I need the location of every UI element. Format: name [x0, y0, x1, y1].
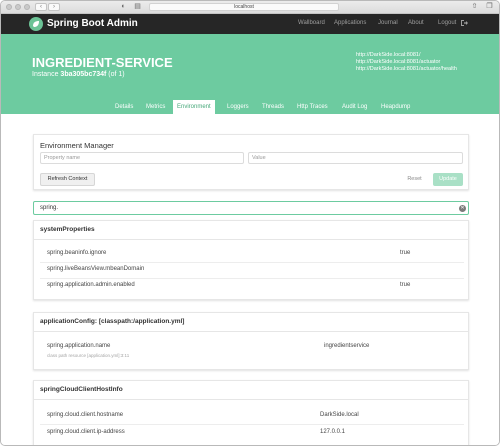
forward-button[interactable]: ›: [48, 3, 60, 11]
instance-count: (of 1): [108, 71, 125, 78]
property-value-input[interactable]: Value: [248, 152, 463, 164]
nav-about[interactable]: About: [408, 20, 424, 26]
property-value: true: [400, 282, 411, 288]
property-key: spring.application.name: [47, 343, 111, 349]
zoom-window-button[interactable]: [24, 4, 30, 10]
tab-environment[interactable]: Environment: [173, 100, 215, 114]
browser-toolbar: ‹ › ◐ ▤ localhost ⇧ ❐: [1, 1, 499, 14]
property-key: spring.liveBeansView.mbeanDomain: [47, 266, 145, 272]
property-filter-input[interactable]: spring. ✕: [33, 201, 469, 215]
property-value: true: [400, 250, 411, 256]
chevron-left-icon: ‹: [40, 4, 42, 10]
main-content: Environment Manager Property name Value …: [1, 114, 499, 445]
property-source-panel: applicationConfig: [classpath:/applicati…: [33, 312, 469, 370]
address-bar[interactable]: localhost: [149, 3, 339, 11]
minimize-window-button[interactable]: [15, 4, 21, 10]
divider: [34, 399, 468, 400]
property-source-panel: springCloudClientHostInfo spring.cloud.c…: [33, 380, 469, 445]
refresh-context-button[interactable]: Refresh Context: [40, 173, 95, 186]
nav-journal[interactable]: Journal: [378, 20, 398, 26]
browser-window: ‹ › ◐ ▤ localhost ⇧ ❐ Spring Boot Admin …: [0, 0, 500, 446]
back-button[interactable]: ‹: [35, 3, 47, 11]
row-divider: [40, 278, 464, 279]
environment-manager-title: Environment Manager: [40, 141, 114, 150]
row-divider: [40, 262, 464, 263]
logout-icon[interactable]: [460, 19, 468, 27]
property-name-input[interactable]: Property name: [40, 152, 244, 164]
service-url-link[interactable]: http://DarkSide.local:8081/: [356, 52, 457, 59]
clear-icon[interactable]: ✕: [459, 205, 466, 212]
property-value: ingredientservice: [324, 343, 370, 349]
property-source-title: systemProperties: [40, 226, 95, 233]
tab-threads[interactable]: Threads: [258, 100, 288, 114]
property-source-title: springCloudClientHostInfo: [40, 386, 123, 393]
property-value: 127.0.0.1: [320, 429, 346, 435]
nav-wallboard[interactable]: Wallboard: [298, 20, 325, 26]
property-key: spring.application.admin.enabled: [47, 282, 135, 288]
property-value: DarkSide.local: [320, 412, 359, 418]
chevron-right-icon: ›: [53, 4, 55, 10]
spring-logo-icon[interactable]: [29, 17, 43, 31]
tab-http-traces[interactable]: Http Traces: [293, 100, 332, 114]
health-url-link[interactable]: http://DarkSide.local:8081/actuator/heal…: [356, 66, 457, 73]
tab-metrics[interactable]: Metrics: [142, 100, 169, 114]
reset-button[interactable]: Reset: [401, 173, 428, 186]
property-key: spring.cloud.client.ip-address: [47, 429, 125, 435]
nav-logout[interactable]: Logout: [438, 20, 456, 26]
property-key: spring.cloud.client.hostname: [47, 412, 124, 418]
sidebar-icon[interactable]: ▤: [132, 3, 143, 11]
instance-header: INGREDIENT-SERVICE Instance 3ba305bc734f…: [1, 34, 499, 114]
instance-tabs: Details Metrics Environment Loggers Thre…: [1, 100, 499, 114]
share-icon[interactable]: ⇧: [469, 3, 480, 11]
instance-links: http://DarkSide.local:8081/ http://DarkS…: [356, 52, 457, 73]
tab-details[interactable]: Details: [111, 100, 137, 114]
instance-info: Instance 3ba305bc734f (of 1): [32, 71, 125, 78]
app-navbar: Spring Boot Admin Wallboard Applications…: [1, 14, 499, 34]
tab-loggers[interactable]: Loggers: [223, 100, 253, 114]
environment-manager-panel: Environment Manager Property name Value …: [33, 134, 469, 190]
url-text: localhost: [234, 4, 254, 10]
nav-applications[interactable]: Applications: [334, 20, 366, 26]
update-button[interactable]: Update: [433, 173, 463, 186]
management-url-link[interactable]: http://DarkSide.local:8081/actuator: [356, 59, 457, 66]
tab-audit-log[interactable]: Audit Log: [338, 100, 371, 114]
filter-value: spring.: [40, 205, 59, 211]
instance-label: Instance: [32, 71, 59, 78]
property-source-title: applicationConfig: [classpath:/applicati…: [40, 318, 185, 325]
tabs-icon[interactable]: ❐: [484, 3, 495, 11]
tab-heapdump[interactable]: Heapdump: [377, 100, 414, 114]
property-source-panel: systemProperties spring.beaninfo.ignore …: [33, 220, 469, 300]
service-name: INGREDIENT-SERVICE: [32, 55, 173, 70]
property-origin: class path resource [application.yml]:3:…: [47, 353, 130, 358]
row-divider: [40, 424, 464, 425]
brand-title[interactable]: Spring Boot Admin: [47, 18, 138, 29]
instance-id: 3ba305bc734f: [60, 71, 107, 78]
close-window-button[interactable]: [6, 4, 12, 10]
property-key: spring.beaninfo.ignore: [47, 250, 107, 256]
privacy-icon[interactable]: ◐: [118, 3, 129, 11]
divider: [34, 331, 468, 332]
divider: [34, 239, 468, 240]
